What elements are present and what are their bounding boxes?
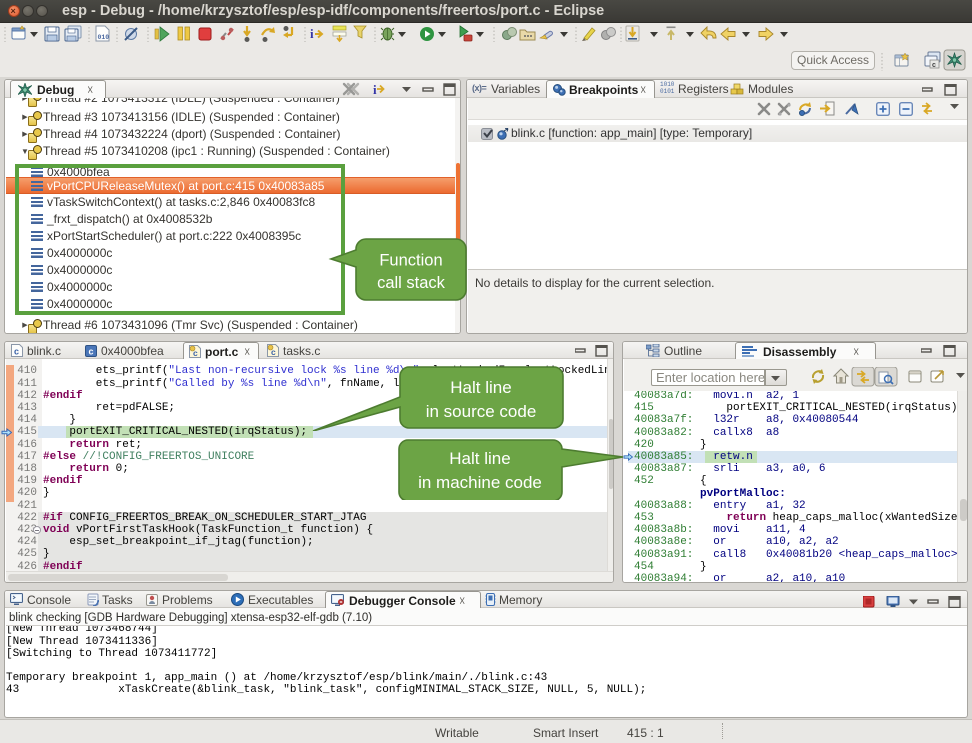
svg-text:c: c: [271, 347, 276, 357]
svg-text:Function: Function: [379, 252, 442, 270]
svg-text:call stack: call stack: [377, 274, 446, 292]
svg-text:c: c: [14, 347, 19, 357]
svg-text:c: c: [89, 347, 94, 357]
svg-text:i: i: [310, 26, 314, 41]
svg-text:in source code: in source code: [426, 402, 537, 421]
svg-text:010: 010: [98, 34, 110, 41]
svg-text:in machine code: in machine code: [418, 473, 542, 492]
svg-text:Halt line: Halt line: [450, 378, 511, 397]
svg-text:c: c: [193, 348, 198, 358]
svg-text:Halt line: Halt line: [449, 449, 510, 468]
svg-text:c: c: [932, 62, 936, 69]
svg-text:i: i: [373, 82, 377, 97]
